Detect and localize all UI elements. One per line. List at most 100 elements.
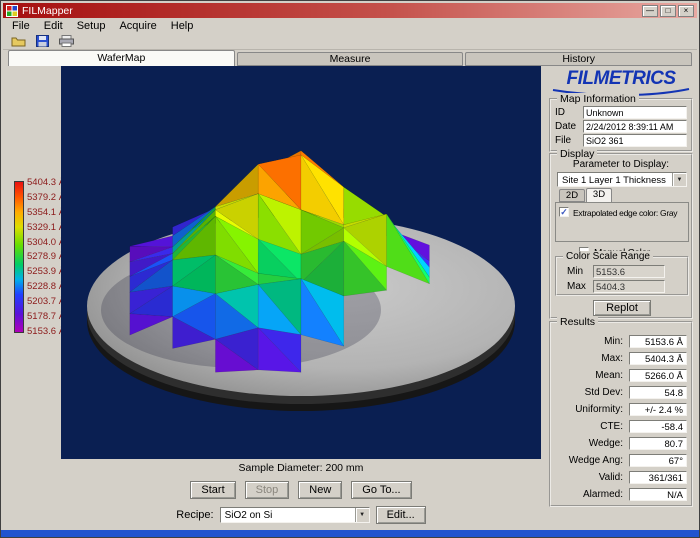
result-label: Valid: — [555, 472, 623, 483]
close-button[interactable]: × — [678, 5, 694, 17]
colorbar-label: 5329.1 Å — [27, 222, 65, 233]
chevron-down-icon[interactable]: ▼ — [355, 508, 369, 522]
toolbar — [3, 33, 697, 50]
result-row-mean: Mean:5266.0 Å — [555, 369, 687, 382]
color-scale-range-group: Color Scale Range Min 5153.6 Max 5404.3 — [555, 256, 689, 296]
result-row-stddev: Std Dev: 54.8 — [555, 386, 687, 399]
sample-diameter-caption: Sample Diameter: 200 mm — [61, 462, 541, 474]
parameter-label: Parameter to Display: — [551, 159, 691, 170]
map-file-field: SiO2 361 — [583, 134, 687, 147]
map-file-label: File — [555, 135, 571, 146]
result-label: Std Dev: — [555, 387, 623, 398]
edge-color-checkbox[interactable]: ✓ — [559, 207, 569, 217]
new-button[interactable]: New — [298, 481, 342, 499]
colorbar-label: 5203.7 Å — [27, 296, 65, 307]
edge-color-label: Extrapolated edge color: Gray — [573, 208, 677, 218]
map-id-label: ID — [555, 107, 565, 118]
result-value: -58.4 — [629, 420, 687, 433]
map-date-row: Date 2/24/2012 8:39:11 AM — [555, 120, 687, 133]
map-file-row: File SiO2 361 — [555, 134, 687, 147]
result-row-min: Min:5153.6 Å — [555, 335, 687, 348]
menu-setup[interactable]: Setup — [70, 19, 113, 33]
result-row-alarmed: Alarmed: N/A — [555, 488, 687, 501]
maximize-button[interactable]: □ — [660, 5, 676, 17]
tab-2d[interactable]: 2D — [559, 189, 585, 202]
goto-button[interactable]: Go To... — [351, 481, 411, 499]
colorbar-label: 5404.3 Å — [27, 177, 65, 188]
results-legend: Results — [557, 316, 598, 328]
map-information-legend: Map Information — [557, 93, 639, 105]
save-floppy-icon — [36, 35, 49, 47]
menu-edit[interactable]: Edit — [37, 19, 70, 33]
tab-3d[interactable]: 3D — [586, 188, 612, 202]
app-window: FILMapper — □ × File Edit Setup Acquire … — [0, 0, 700, 538]
wafer-3d-svg — [61, 66, 541, 459]
view-options-panel: ✓ Extrapolated edge color: Gray — [555, 202, 689, 242]
wafer-3d-plot[interactable] — [61, 66, 541, 459]
recipe-dropdown[interactable]: SiO2 on Si ▼ — [220, 507, 370, 523]
max-label: Max — [567, 281, 586, 292]
result-row-uniformity: Uniformity:+/- 2.4 % — [555, 403, 687, 416]
colorbar-label: 5153.6 Å — [27, 326, 65, 337]
stop-button[interactable]: Stop — [245, 481, 290, 499]
open-folder-icon — [11, 35, 26, 47]
transport-buttons: Start Stop New Go To... — [61, 481, 541, 499]
window-title: FILMapper — [22, 5, 73, 17]
min-field[interactable]: 5153.6 — [593, 265, 665, 278]
result-label: Min: — [555, 336, 623, 347]
menu-help[interactable]: Help — [164, 19, 201, 33]
print-button[interactable] — [56, 34, 76, 49]
taskbar-strip — [1, 530, 699, 537]
recipe-row: Recipe: SiO2 on Si ▼ Edit... — [61, 506, 541, 524]
parameter-dropdown[interactable]: Site 1 Layer 1 Thickness ▼ — [557, 172, 687, 187]
printer-icon — [59, 35, 74, 47]
save-button[interactable] — [32, 34, 52, 49]
map-id-row: ID Unknown — [555, 106, 687, 119]
colorbar-label: 5178.7 Å — [27, 311, 65, 322]
colorbar-strip — [14, 181, 24, 333]
display-group: Display Parameter to Display: Site 1 Lay… — [549, 153, 693, 319]
result-value: 54.8 — [629, 386, 687, 399]
brand-text: FILMETRICS — [567, 68, 676, 89]
parameter-value: Site 1 Layer 1 Thickness — [562, 175, 666, 186]
colorbar: 5404.3 Å 5379.2 Å 5354.1 Å 5329.1 Å 5304… — [14, 181, 65, 337]
result-row-max: Max:5404.3 Å — [555, 352, 687, 365]
result-label: Alarmed: — [555, 489, 623, 500]
sidebar: FILMETRICS Map Information ID Unknown Da… — [547, 66, 695, 532]
result-row-wedge-ang: Wedge Ang: 67° — [555, 454, 687, 467]
menu-bar: File Edit Setup Acquire Help — [3, 18, 697, 33]
max-field[interactable]: 5404.3 — [593, 280, 665, 293]
result-value: 67° — [629, 454, 687, 467]
result-label: Mean: — [555, 370, 623, 381]
filmetrics-logo: FILMETRICS — [547, 68, 695, 96]
result-label: Wedge Ang: — [555, 455, 623, 466]
title-bar[interactable]: FILMapper — □ × — [3, 3, 697, 18]
edit-recipe-button[interactable]: Edit... — [376, 506, 426, 524]
result-row-wedge: Wedge:80.7 — [555, 437, 687, 450]
open-button[interactable] — [8, 34, 28, 49]
chevron-down-icon[interactable]: ▼ — [672, 173, 686, 186]
result-label: CTE: — [555, 421, 623, 432]
replot-button[interactable]: Replot — [593, 300, 651, 316]
tab-history[interactable]: History — [465, 52, 692, 66]
menu-acquire[interactable]: Acquire — [112, 19, 163, 33]
recipe-label: Recipe: — [176, 509, 213, 521]
minimize-button[interactable]: — — [642, 5, 658, 17]
map-information-group: Map Information ID Unknown Date 2/24/201… — [549, 98, 693, 152]
map-date-label: Date — [555, 121, 576, 132]
colorbar-label: 5278.9 Å — [27, 251, 65, 262]
result-row-valid: Valid:361/361 — [555, 471, 687, 484]
tab-wafermap[interactable]: WaferMap — [8, 50, 235, 66]
result-value: N/A — [629, 488, 687, 501]
map-id-field: Unknown — [583, 106, 687, 119]
start-button[interactable]: Start — [190, 481, 235, 499]
colorbar-label: 5379.2 Å — [27, 192, 65, 203]
recipe-value: SiO2 on Si — [225, 510, 273, 521]
menu-file[interactable]: File — [5, 19, 37, 33]
map-date-field: 2/24/2012 8:39:11 AM — [583, 120, 687, 133]
colorbar-label: 5354.1 Å — [27, 207, 65, 218]
result-value: 5404.3 Å — [629, 352, 687, 365]
colorbar-label: 5304.0 Å — [27, 237, 65, 248]
tab-measure[interactable]: Measure — [237, 52, 464, 66]
result-row-cte: CTE: -58.4 — [555, 420, 687, 433]
